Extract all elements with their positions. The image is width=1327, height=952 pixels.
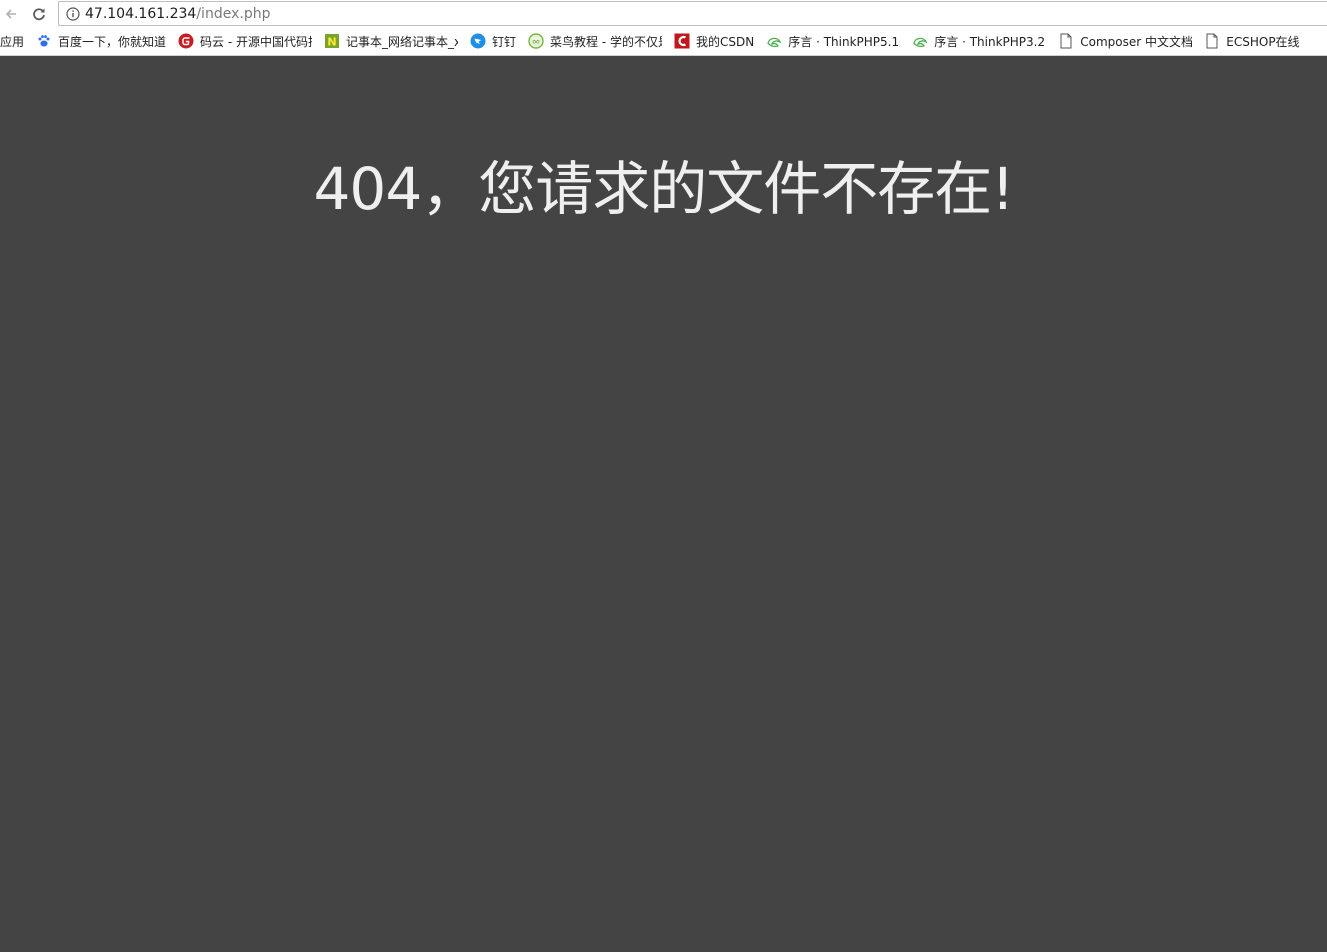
gitee-icon — [178, 33, 194, 49]
url-path: /index.php — [196, 5, 271, 22]
address-bar[interactable]: 47.104.161.234/index.php — [58, 1, 1327, 26]
bookmark-label: 序言 · ThinkPHP5.1完 — [788, 34, 901, 49]
csdn-icon — [674, 33, 690, 49]
info-icon[interactable] — [63, 4, 83, 24]
thinkphp-icon — [766, 33, 782, 49]
page-content: 404，您请求的文件不存在! — [0, 56, 1327, 952]
bookmark-thinkphp32[interactable]: 序言 · ThinkPHP3.2.3 — [912, 30, 1046, 52]
bookmark-notepad[interactable]: N 记事本_网络记事本_x — [324, 30, 458, 52]
bookmark-ecshop[interactable]: ECSHOP在线 — [1204, 30, 1300, 52]
page-icon — [1058, 33, 1074, 49]
back-button[interactable] — [0, 3, 22, 25]
bookmark-label: 菜鸟教程 - 学的不仅是 — [550, 34, 663, 49]
bookmark-gitee[interactable]: 码云 - 开源中国代码托 — [178, 30, 312, 52]
svg-text:N: N — [327, 36, 336, 49]
thinkphp-icon — [912, 33, 928, 49]
bookmark-label: 我的CSDN — [696, 34, 755, 49]
url-host: 47.104.161.234 — [85, 5, 197, 22]
page-icon — [1204, 33, 1220, 49]
notepad-n-icon: N — [324, 33, 340, 49]
bookmark-label: Composer 中文文档 — [1080, 34, 1193, 49]
bookmark-apps[interactable]: 应用 — [0, 30, 24, 52]
reload-icon — [33, 7, 45, 20]
bookmark-label: 码云 - 开源中国代码托 — [200, 34, 313, 49]
bookmark-dingtalk[interactable]: 钉钉 — [470, 30, 516, 52]
bookmark-label: ECSHOP在线 — [1226, 34, 1300, 49]
bookmark-runoob[interactable]: oo 菜鸟教程 - 学的不仅是 — [528, 30, 662, 52]
arrow-left-icon — [5, 8, 16, 19]
bookmark-label: 序言 · ThinkPHP3.2.3 — [934, 34, 1047, 49]
bookmarks-bar: 应用 百度一下，你就知道 码云 - 开源中国代码托 N 记事本_网络记事本_x … — [0, 27, 1327, 56]
baidu-paw-icon — [36, 33, 52, 49]
bookmark-label: 应用 — [0, 34, 25, 49]
bookmark-label: 钉钉 — [492, 34, 517, 49]
url-text[interactable]: 47.104.161.234/index.php — [85, 6, 270, 22]
bookmark-csdn[interactable]: 我的CSDN — [674, 30, 754, 52]
bookmark-label: 百度一下，你就知道 — [58, 34, 167, 49]
error-heading: 404，您请求的文件不存在! — [313, 155, 1015, 223]
svg-text:oo: oo — [532, 39, 540, 46]
bookmark-thinkphp51[interactable]: 序言 · ThinkPHP5.1完 — [766, 30, 900, 52]
bookmark-baidu[interactable]: 百度一下，你就知道 — [36, 30, 166, 52]
browser-toolbar: 47.104.161.234/index.php — [0, 0, 1327, 27]
runoob-icon: oo — [528, 33, 544, 49]
bookmark-composer[interactable]: Composer 中文文档 — [1058, 30, 1192, 52]
bookmark-label: 记事本_网络记事本_x — [346, 34, 459, 49]
dingtalk-icon — [470, 33, 486, 49]
reload-button[interactable] — [28, 3, 50, 25]
